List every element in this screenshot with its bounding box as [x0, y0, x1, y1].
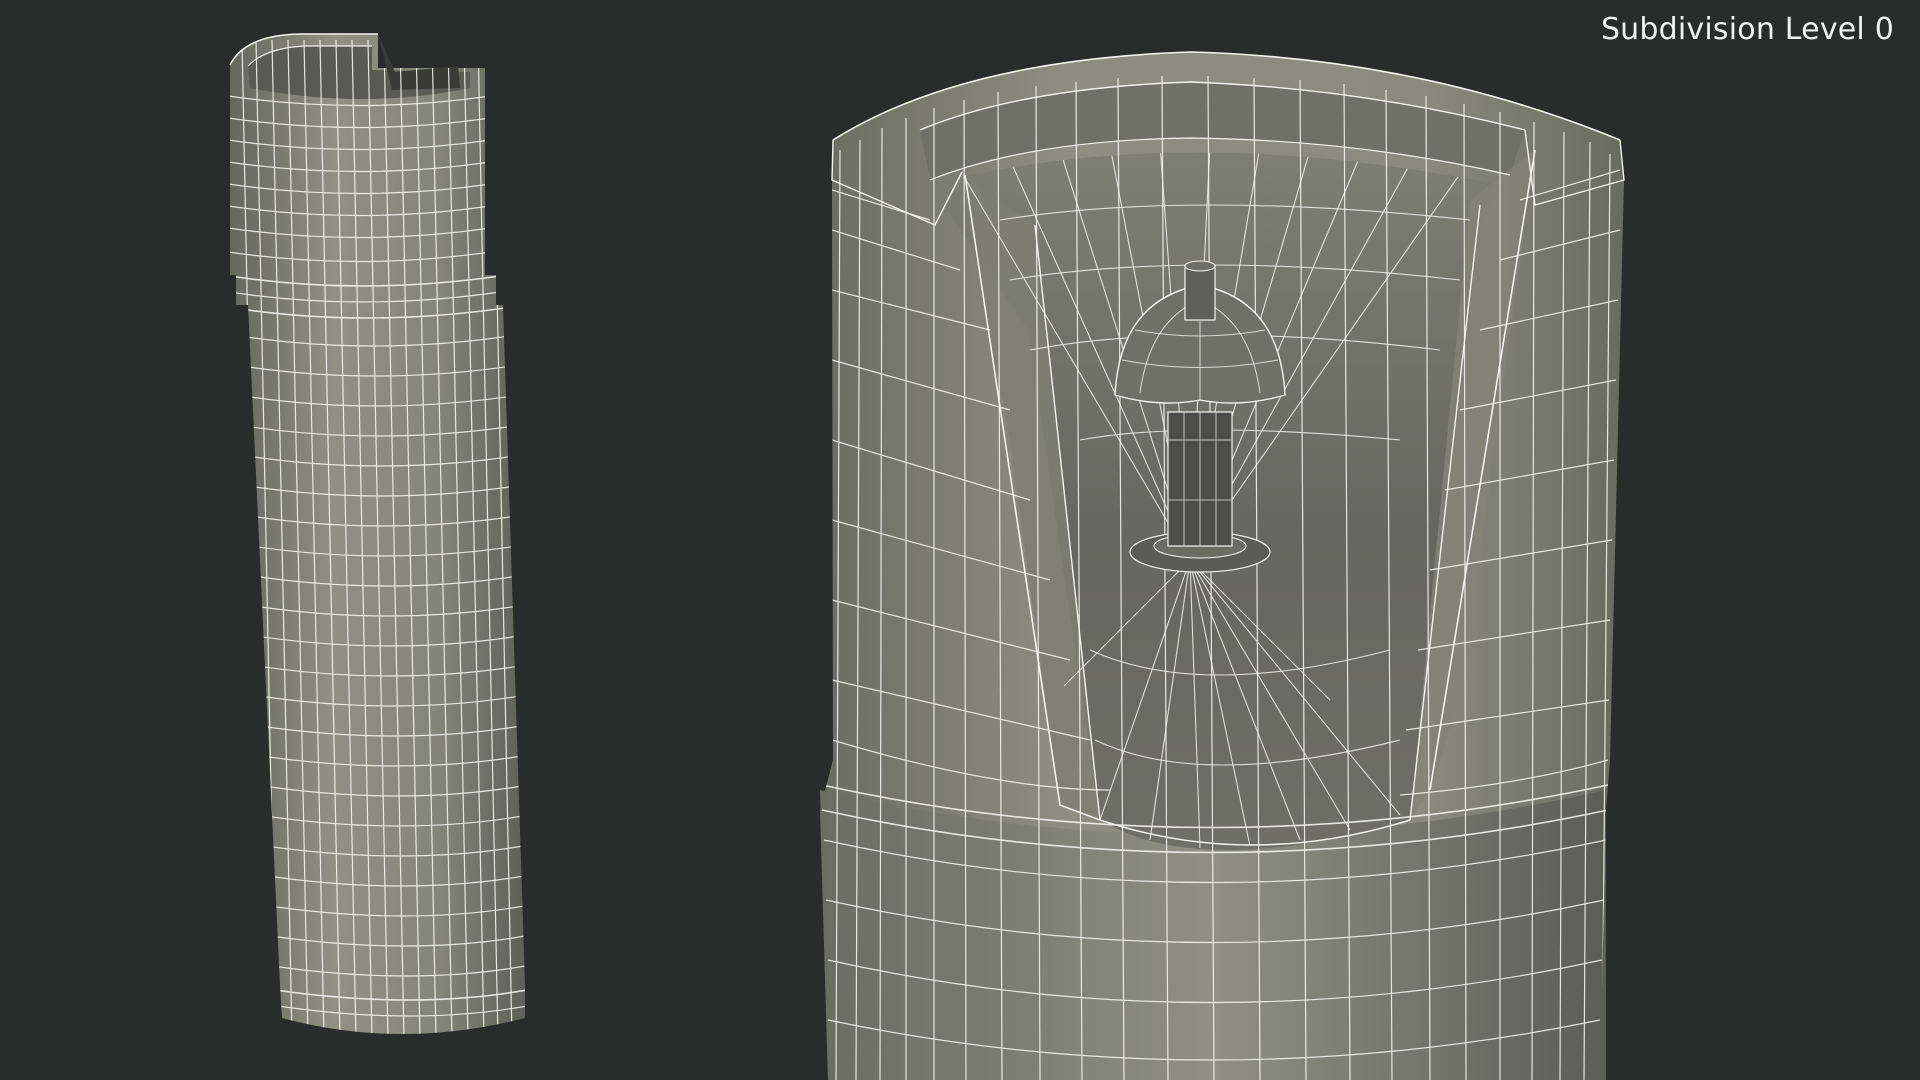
subdivision-level-label: Subdivision Level 0 [1600, 12, 1894, 47]
wireframe-render [229, 33, 1625, 1080]
tube-model [229, 33, 525, 1034]
render-viewport: Subdivision Level 0 [0, 0, 1920, 1080]
cap-model [820, 51, 1625, 1080]
